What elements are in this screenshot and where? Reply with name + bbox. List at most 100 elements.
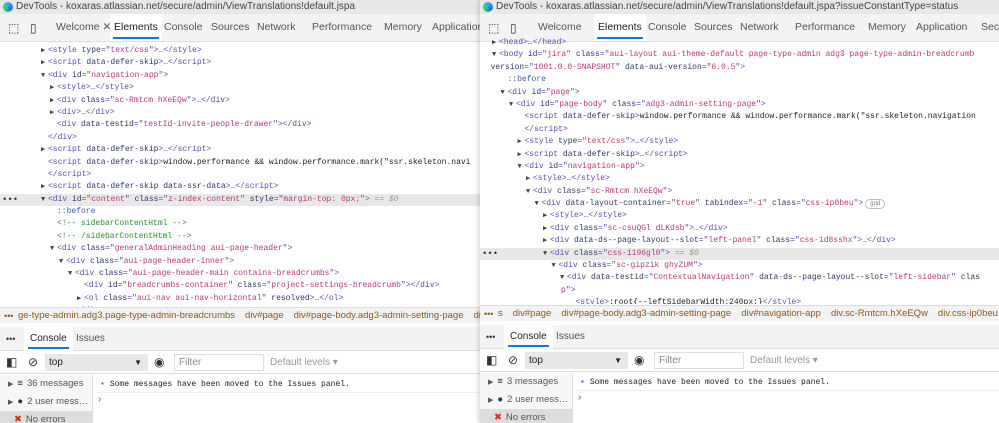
more-options-icon[interactable]: ••• [2,194,18,206]
device-toolbar-icon[interactable]: ▯ [30,21,44,35]
breadcrumb-item[interactable]: div#page-body.adg3-admin-setting-page [294,310,464,321]
expand-right-icon[interactable]: ▶ [41,181,48,193]
dom-tree-node[interactable]: ▶ <script data-defer-skip data-ssr-data>…… [0,181,483,193]
dom-tree-node[interactable]: <!-- sidebarContentHtml --> [0,218,483,230]
filter-input[interactable]: Filter [654,352,744,369]
expand-down-icon[interactable]: ▼ [41,70,48,82]
more-icon[interactable]: ••• [484,306,493,321]
expand-down-icon[interactable]: ▼ [41,194,48,206]
sidebar-user-messages[interactable]: ▶ ● 2 user mess… [480,391,572,409]
dom-tree-node[interactable]: </div> [0,132,483,144]
filter-input[interactable]: Filter [174,354,264,371]
dom-tree-node[interactable]: ▼ <div id="navigation-app"> [480,161,999,173]
live-expression-eye-icon[interactable]: ◉ [634,353,648,367]
dom-tree-node[interactable]: <!-- /sidebarContentHtml --> [0,231,483,243]
expand-right-icon[interactable]: ▶ [77,293,84,305]
expand-right-icon[interactable]: ▶ [41,57,48,69]
expand-right-icon[interactable]: ▶ [41,45,48,57]
context-selector[interactable]: top ▼ [45,354,148,371]
expand-right-icon[interactable]: ▶ [543,223,550,235]
dom-tree-node[interactable]: ::before [480,74,999,86]
tab-performance[interactable]: Performance [308,14,376,41]
expand-down-icon[interactable]: ▼ [509,99,516,111]
sidebar-user-messages[interactable]: ▶ ● 2 user mess… [0,393,92,411]
dom-tree-node[interactable]: ••• ▼ <div class="css-1196gl0"> == $0 [480,247,999,261]
expand-down-icon[interactable]: ▼ [526,186,533,198]
dom-tree-node[interactable]: ▶ <div data-ds--page-layout--slot="left-p… [480,235,999,247]
expand-right-icon[interactable]: ▶ [543,235,550,247]
drawer-more-icon[interactable]: ••• [486,332,495,342]
dom-tree-node[interactable]: ▼ <div class="aui-page-header-inner"> [0,256,483,268]
dom-tree-node[interactable]: ▶ <style>…</style> [0,82,483,94]
sidebar-toggle-icon[interactable]: ◧ [6,355,20,369]
expand-down-icon[interactable]: ▼ [552,260,559,272]
dom-tree-node[interactable]: <script data-defer-skip>window.performan… [480,111,999,123]
expand-right-icon[interactable]: ▶ [50,95,57,107]
tab-welcome[interactable]: Welcome ✕ [52,14,115,41]
dom-tree-node[interactable]: ▶ <div>…</div> [0,107,483,119]
tab-application[interactable]: Application [428,14,483,41]
expand-right-icon[interactable]: ▶ [518,149,525,161]
expand-right-icon[interactable]: ▶ [526,173,533,185]
expand-down-icon[interactable]: ▼ [543,248,550,260]
log-levels-dropdown[interactable]: Default levels ▾ [750,352,818,369]
breadcrumb-item[interactable]: div.css-ip0beu [938,308,998,319]
breadcrumb-item[interactable]: div#page [513,308,552,319]
dom-tree-node[interactable]: ▼ <div data-testid="ContextualNavigation"… [480,272,999,284]
drawer-tab-console[interactable]: Console [504,325,553,349]
dom-tree-node[interactable]: ••• ▼ <div id="content" class="z-index-con… [0,193,483,207]
dom-tree-node[interactable]: </script> [0,169,483,181]
expand-right-icon[interactable]: ▶ [50,82,57,94]
dom-tree-node[interactable]: ▶ <script data-defer-skip>…</script> [0,144,483,156]
dom-tree-node[interactable]: ▼ <div id="page"> [480,87,999,99]
dom-tree-node[interactable]: <div id="breadcrumbs-container" class="p… [0,280,483,292]
expand-right-icon[interactable]: ▶ [518,136,525,148]
expand-down-icon[interactable]: ▼ [50,243,57,255]
log-levels-dropdown[interactable]: Default levels ▾ [270,354,338,371]
context-selector[interactable]: top ▼ [525,352,628,369]
tab-memory[interactable]: Memory [380,14,426,41]
dom-tree-node[interactable]: ▶ <ol class="aui-nav aui-nav-horizontal" … [0,293,483,305]
expand-down-icon[interactable]: ▼ [68,268,75,280]
dom-tree-node[interactable]: ▼ <div id="navigation-app"> [0,70,483,82]
dom-tree-node[interactable]: ▶ <script data-defer-skip>…</script> [480,149,999,161]
inspect-element-icon[interactable]: ⬚ [8,21,22,35]
drawer-more-icon[interactable]: ••• [6,334,15,344]
dom-tree-node[interactable]: ▶ <style>…</style> [480,210,999,222]
sidebar-messages[interactable]: ▶ ≡ 3 messages [480,373,572,391]
breadcrumb-item[interactable]: div#page-body.adg3-admin-setting-page [561,308,731,319]
drawer-tab-console[interactable]: Console [24,327,73,351]
dom-tree-node[interactable]: ▶ <head>…</head> [480,37,999,49]
tab-sources[interactable]: Sources [207,14,254,41]
device-toolbar-icon[interactable]: ▯ [510,21,524,35]
tab-network[interactable]: Network [253,14,300,41]
more-options-icon[interactable]: ••• [482,248,498,260]
expand-right-icon[interactable]: ▶ [41,144,48,156]
dom-tree-node[interactable]: ▶ <style>…</style> [480,173,999,185]
dom-tree-node[interactable]: ▶ <style type="text/css">…</style> [480,136,999,148]
breadcrumb-item[interactable]: div#navigation-app [741,308,821,319]
sidebar-messages[interactable]: ▶ ≡ 36 messages [0,375,92,393]
expand-down-icon[interactable]: ▼ [501,87,508,99]
dom-tree-node[interactable]: ▶ <style type="text/css">…</style> [0,45,483,57]
dom-tree-node[interactable]: </script> [480,124,999,136]
more-icon[interactable]: ••• [4,308,13,323]
dom-tree-node[interactable]: ▼ <div class="sc-Rmtcm hXeEQw"> [480,186,999,198]
expand-down-icon[interactable]: ▼ [492,49,499,61]
dom-tree-node[interactable]: ▼ <div class="generalAdminHeading aui-pag… [0,243,483,255]
drawer-tab-issues[interactable]: Issues [550,325,591,349]
sidebar-errors[interactable]: ✖ No errors [480,409,572,423]
console-prompt[interactable]: › [98,394,101,405]
expand-right-icon[interactable]: ▶ [543,210,550,222]
dom-tree-node[interactable]: ▼ <div data-layout-container="true" tabin… [480,198,999,210]
breadcrumb-item[interactable]: div.sc-Rmtcm.hXeEQw [831,308,928,319]
dom-tree-node[interactable]: version="1001.0.0-SNAPSHOT" data-aui-ver… [480,62,999,74]
tab-elements[interactable]: Elements [110,14,162,41]
sidebar-errors[interactable]: ✖ No errors [0,411,92,423]
dom-tree-node[interactable]: ::before [0,206,483,218]
dom-tree-node[interactable]: ▶ <script data-defer-skip>…</script> [0,57,483,69]
dom-tree-node[interactable]: ▶ <div class="sc-Rmtcm hXeEQw">…</div> [0,95,483,107]
clear-console-icon[interactable]: ⊘ [508,353,522,367]
expand-down-icon[interactable]: ▼ [59,256,66,268]
dom-tree-node[interactable]: ▼ <div class="sc-gipzik ghyZUM"> [480,260,999,272]
